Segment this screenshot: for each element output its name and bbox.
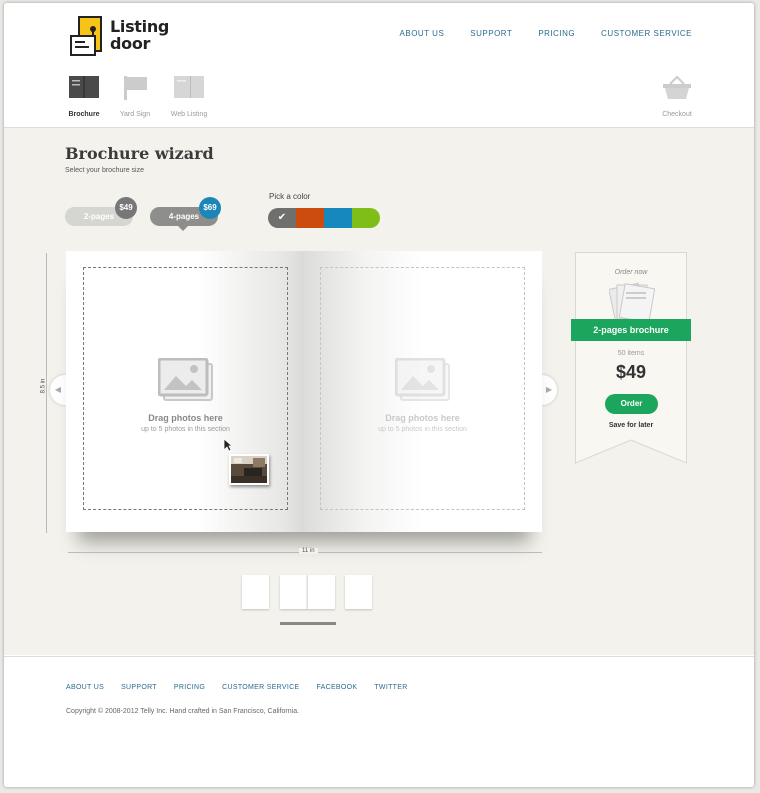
nav-customer-service[interactable]: CUSTOMER SERVICE: [601, 29, 692, 38]
drop-zone-title: Drag photos here: [385, 413, 460, 423]
height-dimension-label: 8.5 in: [40, 378, 47, 394]
color-swatch-orange[interactable]: [296, 208, 324, 228]
brochure-preview: Drag photos here up to 5 photos in this …: [66, 251, 542, 532]
logo-icon: [70, 16, 102, 56]
order-now-heading: Order now: [614, 269, 648, 276]
basket-icon: [663, 75, 691, 99]
page-title: Brochure wizard: [65, 144, 214, 163]
yard-sign-label: Yard Sign: [119, 111, 151, 118]
size-4-label: 4-pages: [168, 212, 200, 221]
total-price: $49: [615, 362, 647, 382]
footer-link-about-us[interactable]: ABOUT US: [66, 684, 104, 691]
price-badge-4-pages: $69: [199, 197, 221, 219]
checkout-button[interactable]: Checkout: [647, 75, 707, 118]
top-nav: ABOUT US SUPPORT PRICING CUSTOMER SERVIC…: [374, 29, 692, 38]
image-placeholder-icon: [395, 358, 450, 401]
photo-drop-zone-left[interactable]: Drag photos here up to 5 photos in this …: [83, 267, 288, 510]
next-page-arrow[interactable]: ▶: [541, 375, 557, 405]
nav-support[interactable]: SUPPORT: [470, 29, 512, 38]
drop-zone-hint: up to 5 photos in this section: [378, 426, 467, 433]
footer: ABOUT US SUPPORT PRICING CUSTOMER SERVIC…: [4, 656, 754, 787]
wizard-area: Brochure wizard Select your brochure siz…: [4, 128, 754, 655]
nav-about-us[interactable]: ABOUT US: [400, 29, 445, 38]
price-badge-2-pages: $49: [115, 197, 137, 219]
color-picker-label: Pick a color: [269, 192, 311, 201]
brochure-stack-icon: [609, 282, 655, 322]
brand-line2: door: [110, 34, 151, 53]
brochure-page-right: Drag photos here up to 5 photos in this …: [304, 251, 542, 532]
web-listing-label: Web Listing: [170, 111, 208, 118]
order-panel: Order now 2-pages brochure 50 items $49 …: [571, 252, 691, 464]
brochure-icon: [69, 76, 99, 98]
header: Listing door ABOUT US SUPPORT PRICING CU…: [4, 3, 754, 128]
save-for-later-link[interactable]: Save for later: [575, 422, 687, 429]
footer-link-pricing[interactable]: PRICING: [174, 684, 205, 691]
brand-name: Listing door: [110, 18, 169, 52]
footer-link-facebook[interactable]: FACEBOOK: [316, 684, 357, 691]
order-button[interactable]: Order: [605, 394, 658, 414]
web-listing-icon: [174, 76, 204, 98]
check-icon: ✔: [277, 212, 287, 223]
dragged-photo-thumbnail[interactable]: [229, 454, 269, 485]
prev-page-arrow[interactable]: ◀: [50, 375, 66, 405]
footer-link-twitter[interactable]: TWITTER: [374, 684, 407, 691]
yard-sign-icon: [124, 76, 147, 100]
page-thumb-4[interactable]: [345, 575, 372, 609]
chevron-left-icon: ◀: [54, 385, 62, 394]
size-2-label: 2-pages: [83, 212, 115, 221]
color-swatch-gray[interactable]: ✔: [268, 208, 296, 228]
page-thumb-3[interactable]: [307, 575, 335, 609]
footer-link-support[interactable]: SUPPORT: [121, 684, 157, 691]
color-swatch-green[interactable]: [352, 208, 380, 228]
selected-product-ribbon: 2-pages brochure: [571, 319, 691, 341]
image-placeholder-icon: [158, 358, 213, 401]
kitchen-photo-image: [231, 456, 267, 483]
page: Listing door ABOUT US SUPPORT PRICING CU…: [4, 3, 754, 787]
page-thumb-1[interactable]: [242, 575, 269, 609]
mouse-cursor-icon: [223, 438, 233, 452]
drop-zone-title: Drag photos here: [148, 413, 223, 423]
nav-pricing[interactable]: PRICING: [538, 29, 575, 38]
footer-nav: ABOUT US SUPPORT PRICING CUSTOMER SERVIC…: [66, 684, 425, 691]
page-thumb-2[interactable]: [280, 575, 307, 609]
color-picker: ✔: [268, 208, 380, 228]
brochure-page-left: Drag photos here up to 5 photos in this …: [66, 251, 304, 532]
photo-drop-zone-right[interactable]: Drag photos here up to 5 photos in this …: [320, 267, 525, 510]
width-dimension-label: 11 in: [299, 548, 318, 554]
copyright: Copyright © 2008-2012 Telly Inc. Hand cr…: [66, 708, 300, 715]
product-tab-web-listing[interactable]: Web Listing: [159, 76, 219, 118]
color-swatch-blue[interactable]: [324, 208, 352, 228]
current-spread-indicator: [280, 622, 336, 625]
footer-link-customer-service[interactable]: CUSTOMER SERVICE: [222, 684, 299, 691]
checkout-label: Checkout: [662, 111, 692, 118]
page-subtitle: Select your brochure size: [65, 167, 144, 174]
brand-line1: Listing: [110, 17, 170, 36]
drop-zone-hint: up to 5 photos in this section: [141, 426, 230, 433]
chevron-right-icon: ▶: [545, 385, 553, 394]
product-tab-yard-sign[interactable]: Yard Sign: [105, 76, 165, 118]
item-count: 50 items: [617, 350, 645, 357]
